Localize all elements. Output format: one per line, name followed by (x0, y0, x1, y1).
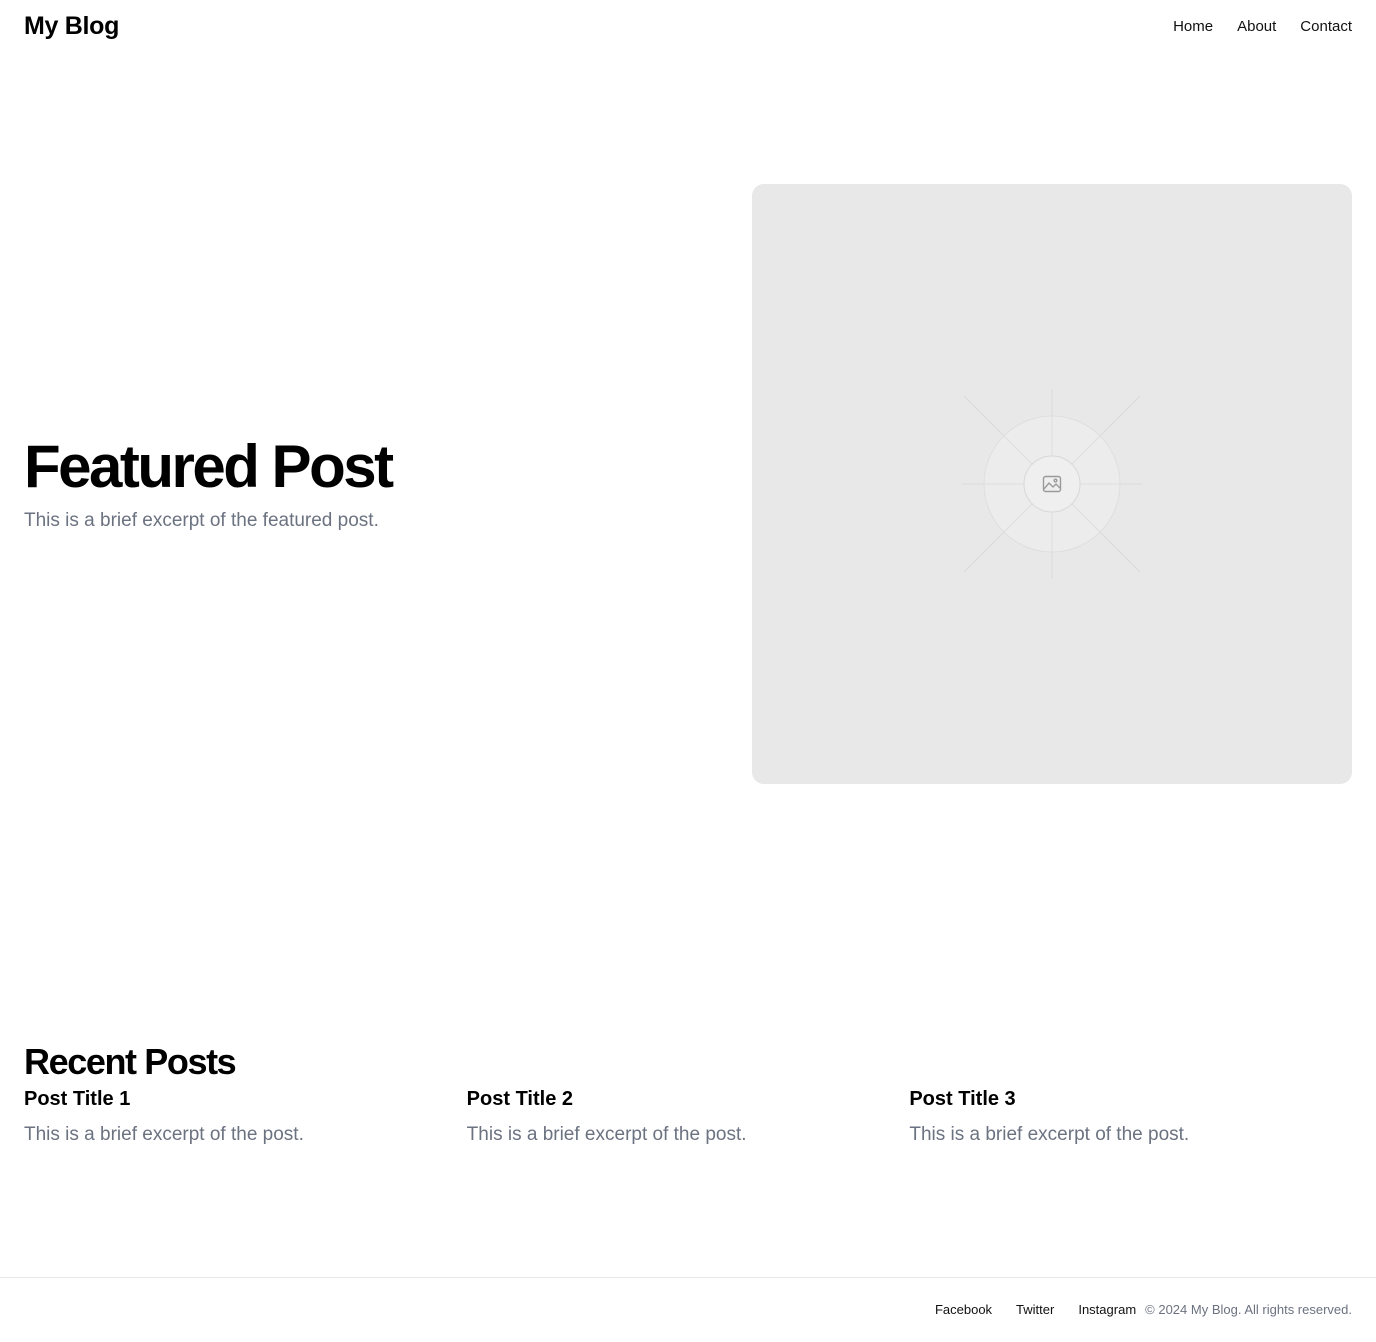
post-card: Post Title 3 This is a brief excerpt of … (909, 1086, 1352, 1148)
post-excerpt: This is a brief excerpt of the post. (466, 1124, 747, 1145)
nav-link-home[interactable]: Home (1173, 18, 1213, 35)
site-logo-link[interactable]: My Blog (24, 12, 119, 41)
social-link-facebook[interactable]: Facebook (935, 1302, 992, 1317)
featured-excerpt: This is a brief excerpt of the featured … (24, 510, 379, 531)
post-title[interactable]: Post Title 2 (467, 1086, 910, 1112)
footer-content: Facebook Twitter Instagram © 2024 My Blo… (935, 1302, 1352, 1317)
nav-link-contact[interactable]: Contact (1300, 18, 1352, 35)
social-links: Facebook Twitter Instagram (935, 1302, 1136, 1317)
page: My Blog Home About Contact Featured Post… (0, 0, 1376, 1342)
main-nav: Home About Contact (1173, 18, 1352, 35)
posts-grid: Post Title 1 This is a brief excerpt of … (24, 1086, 1352, 1148)
featured-title: Featured Post (24, 433, 394, 500)
post-excerpt: This is a brief excerpt of the post. (24, 1124, 304, 1145)
post-card: Post Title 2 This is a brief excerpt of … (467, 1086, 910, 1148)
post-excerpt: This is a brief excerpt of the post. (909, 1124, 1190, 1145)
recent-posts-heading: Recent Posts (24, 1041, 237, 1082)
social-link-instagram[interactable]: Instagram (1078, 1302, 1136, 1317)
post-title[interactable]: Post Title 3 (909, 1086, 1352, 1112)
featured-image-placeholder (752, 184, 1352, 784)
post-title[interactable]: Post Title 1 (24, 1086, 467, 1112)
nav-link-about[interactable]: About (1237, 18, 1276, 35)
site-header: My Blog Home About Contact (0, 0, 1376, 56)
featured-text: Featured Post This is a brief excerpt of… (24, 432, 704, 534)
image-placeholder-icon (962, 389, 1142, 579)
post-card: Post Title 1 This is a brief excerpt of … (24, 1086, 467, 1148)
social-link-twitter[interactable]: Twitter (1016, 1302, 1054, 1317)
site-footer: Facebook Twitter Instagram © 2024 My Blo… (0, 1277, 1376, 1342)
copyright-text: © 2024 My Blog. All rights reserved. (1145, 1302, 1352, 1317)
